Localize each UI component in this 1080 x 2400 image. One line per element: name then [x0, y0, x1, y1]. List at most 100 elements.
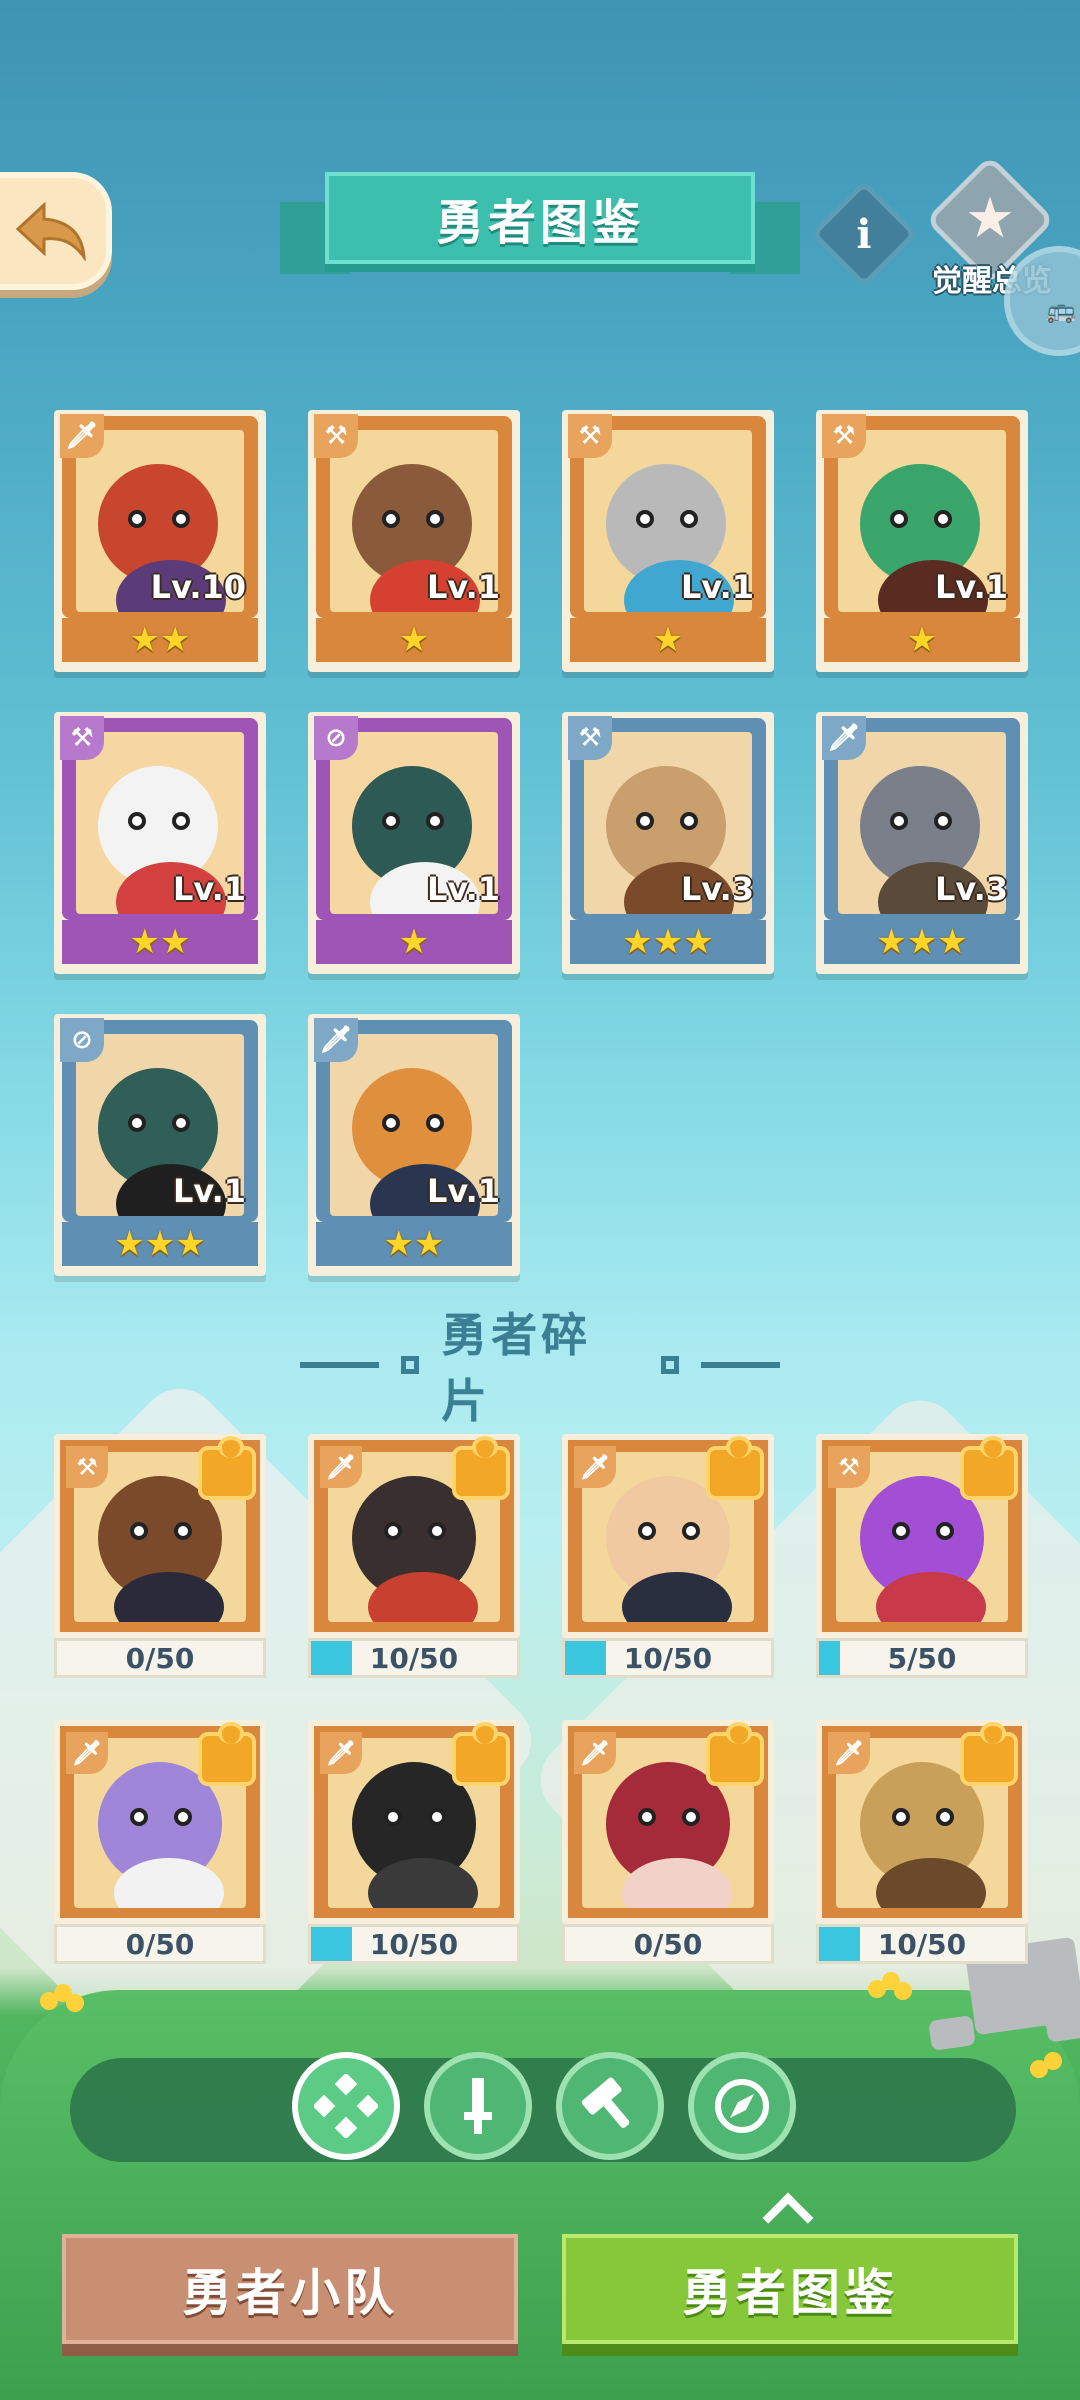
fragment-card[interactable]: 🗡 10/50	[816, 1720, 1028, 1970]
fragment-progress-bar: 0/50	[54, 1924, 266, 1964]
hero-portrait-eye	[680, 510, 698, 528]
hero-star-rating: ★★	[62, 920, 258, 964]
hero-portrait-eye	[890, 510, 908, 528]
fragment-card[interactable]: ⚒ 5/50	[816, 1434, 1028, 1684]
back-button[interactable]	[0, 172, 112, 290]
fragment-count: 0/50	[633, 1927, 703, 1961]
star-icon: ★	[964, 185, 1016, 251]
hero-level: Lv.1	[426, 568, 500, 606]
hammer-icon: ⚒	[568, 716, 612, 760]
fragment-card[interactable]: 🗡 10/50	[562, 1434, 774, 1684]
hero-album-screen: 勇者图鉴 i ★ 觉醒总览 🚌 🗡 Lv.10 ★★ ⚒ Lv.1 ★ ⚒ Lv.1 ★ ⚒ Lv.…	[0, 0, 1080, 2400]
fragment-card[interactable]: 🗡 10/50	[308, 1434, 520, 1684]
star-icon: ★★	[129, 620, 191, 660]
hero-portrait-eye	[890, 812, 908, 830]
hero-card[interactable]: ⊘ Lv.1 ★	[308, 712, 520, 974]
hero-portrait-eye	[128, 1114, 146, 1132]
hero-portrait-eye	[382, 510, 400, 528]
fragment-portrait-eye	[174, 1808, 192, 1826]
hero-card[interactable]: 🗡 Lv.1 ★★	[308, 1014, 520, 1276]
fragment-card[interactable]: 🗡 0/50	[562, 1720, 774, 1970]
filter-hammer-button[interactable]	[556, 2052, 664, 2160]
fragments-section-header: 勇者碎片	[299, 1308, 781, 1428]
hero-card[interactable]: ⚒ Lv.1 ★	[562, 410, 774, 672]
fragment-portrait-eye	[682, 1808, 700, 1826]
hero-level: Lv.3	[680, 870, 754, 908]
hero-portrait-eye	[636, 812, 654, 830]
fragment-portrait-eye	[638, 1808, 656, 1826]
hero-card[interactable]: ⚒ Lv.1 ★★	[54, 712, 266, 974]
fragments-section-title: 勇者碎片	[441, 1308, 592, 1428]
sword-icon: 🗡	[822, 716, 866, 760]
fragment-progress-bar: 5/50	[816, 1638, 1028, 1678]
star-icon: ★	[398, 620, 430, 660]
hero-portrait-eye	[426, 510, 444, 528]
flower-decoration	[868, 1972, 914, 2006]
fragment-portrait-eye	[428, 1808, 446, 1826]
fragment-card-frame: 🗡	[562, 1720, 774, 1924]
puzzle-piece-icon	[706, 1722, 764, 1786]
fragment-count: 10/50	[877, 1927, 967, 1961]
star-icon: ★★★	[114, 1224, 206, 1264]
hero-card[interactable]: 🗡 Lv.10 ★★	[54, 410, 266, 672]
fragment-progress-bar: 0/50	[562, 1924, 774, 1964]
hero-card[interactable]: ⚒ Lv.3 ★★★	[562, 712, 774, 974]
hammer-icon: ⚒	[828, 1446, 870, 1488]
flower-decoration	[1030, 2052, 1076, 2086]
page-title: 勇者图鉴	[435, 195, 644, 251]
puzzle-piece-icon	[452, 1436, 510, 1500]
sword-icon: 🗡	[320, 1446, 362, 1488]
fragment-portrait-eye	[130, 1522, 148, 1540]
tab-hero-team[interactable]: 勇者小队	[62, 2234, 518, 2344]
puzzle-piece-icon	[198, 1436, 256, 1500]
fragment-card[interactable]: ⚒ 0/50	[54, 1434, 266, 1684]
hero-card[interactable]: 🗡 Lv.3 ★★★	[816, 712, 1028, 974]
hero-portrait-eye	[426, 1114, 444, 1132]
hero-card[interactable]: ⚒ Lv.1 ★	[816, 410, 1028, 672]
fragment-card-frame: 🗡	[308, 1434, 520, 1638]
class-filter-bar	[70, 2058, 1016, 2162]
fragment-card[interactable]: 🗡 10/50	[308, 1720, 520, 1970]
hammer-icon: ⚒	[822, 414, 866, 458]
fragment-progress-bar: 10/50	[562, 1638, 774, 1678]
compass-icon: ⊘	[60, 1018, 104, 1062]
puzzle-piece-icon	[452, 1722, 510, 1786]
fragment-count: 10/50	[623, 1641, 713, 1675]
title-banner: 勇者图鉴	[280, 172, 800, 280]
sword-icon: 🗡	[574, 1446, 616, 1488]
hero-level: Lv.1	[172, 1172, 246, 1210]
fragment-count: 5/50	[887, 1641, 957, 1675]
fragment-portrait-eye	[174, 1522, 192, 1540]
filter-all-button[interactable]	[292, 2052, 400, 2160]
hero-card[interactable]: ⚒ Lv.1 ★	[308, 410, 520, 672]
tab-hero-album[interactable]: 勇者图鉴	[562, 2234, 1018, 2344]
info-button[interactable]: i	[810, 180, 918, 288]
star-icon: ★	[652, 620, 684, 660]
filter-compass-button[interactable]	[688, 2052, 796, 2160]
fragment-portrait-eye	[892, 1522, 910, 1540]
hero-portrait-eye	[128, 510, 146, 528]
divider-line	[700, 1362, 781, 1368]
star-icon: ★	[906, 620, 938, 660]
hammer-icon: ⚒	[568, 414, 612, 458]
hero-card[interactable]: ⊘ Lv.1 ★★★	[54, 1014, 266, 1276]
hero-star-rating: ★	[570, 618, 766, 662]
hero-portrait-eye	[128, 812, 146, 830]
fragment-card-frame: 🗡	[816, 1720, 1028, 1924]
fragment-portrait-eye	[384, 1522, 402, 1540]
hero-level: Lv.3	[934, 870, 1008, 908]
fragment-card[interactable]: 🗡 0/50	[54, 1720, 266, 1970]
hero-star-rating: ★	[316, 920, 512, 964]
filter-sword-button[interactable]	[424, 2052, 532, 2160]
fragment-progress-bar: 10/50	[308, 1924, 520, 1964]
banner-bar: 勇者图鉴	[325, 172, 755, 264]
fragment-portrait-eye	[682, 1522, 700, 1540]
hero-star-rating: ★	[824, 618, 1020, 662]
star-icon: ★★	[383, 1224, 445, 1264]
fragment-portrait-eye	[892, 1808, 910, 1826]
hero-portrait-eye	[382, 812, 400, 830]
star-icon: ★★★	[622, 922, 714, 962]
fragment-card-frame: 🗡	[54, 1720, 266, 1924]
fragment-count: 10/50	[369, 1641, 459, 1675]
divider-line	[299, 1362, 380, 1368]
